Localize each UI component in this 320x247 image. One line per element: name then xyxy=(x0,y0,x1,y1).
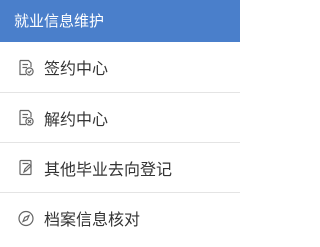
document-edit-icon xyxy=(16,158,36,178)
menu-item-label: 档案信息核对 xyxy=(44,210,141,229)
employment-info-panel: 就业信息维护 签约中心 解约中心 其他毕业去向登记 档案信息核对 xyxy=(0,0,240,247)
menu-item-termination-center[interactable]: 解约中心 xyxy=(0,93,240,143)
document-cancel-icon xyxy=(16,108,36,128)
compass-icon xyxy=(16,208,36,228)
panel-title: 就业信息维护 xyxy=(0,0,240,42)
menu-item-other-destination[interactable]: 其他毕业去向登记 xyxy=(0,143,240,193)
menu-item-label: 其他毕业去向登记 xyxy=(44,159,173,179)
menu-item-label: 签约中心 xyxy=(44,59,109,78)
menu-list: 签约中心 解约中心 其他毕业去向登记 档案信息核对 xyxy=(0,42,240,243)
menu-item-label: 解约中心 xyxy=(44,109,109,129)
menu-item-archive-check[interactable]: 档案信息核对 xyxy=(0,193,240,243)
document-check-icon xyxy=(16,57,36,77)
menu-item-signing-center[interactable]: 签约中心 xyxy=(0,42,240,93)
